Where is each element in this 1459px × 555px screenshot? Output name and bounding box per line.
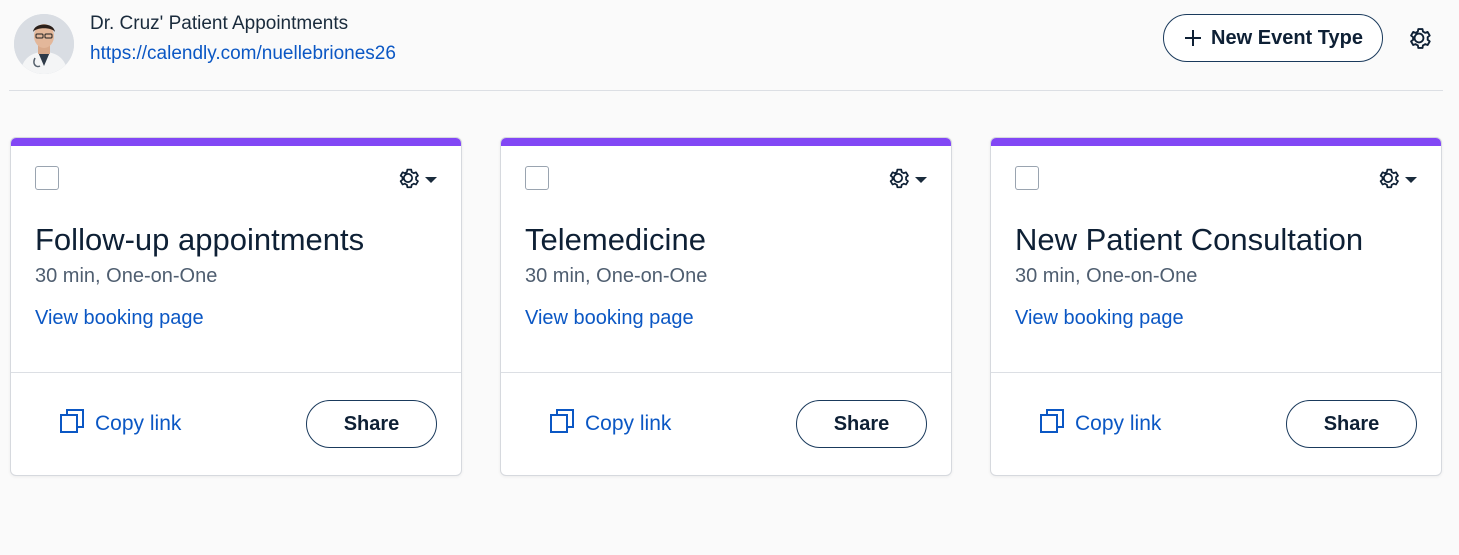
new-event-type-button[interactable]: New Event Type [1163,14,1383,62]
copy-icon [59,408,85,440]
select-checkbox[interactable] [1015,166,1039,190]
select-checkbox[interactable] [525,166,549,190]
view-booking-page-link[interactable]: View booking page [35,307,204,330]
card-settings-menu[interactable] [885,167,933,193]
booking-url-link[interactable]: https://calendly.com/nuellebriones26 [90,43,396,65]
card-divider [11,372,461,373]
share-button[interactable]: Share [1286,400,1417,448]
event-meta: 30 min, One-on-One [1015,265,1198,287]
view-booking-page-link[interactable]: View booking page [1015,307,1184,330]
copy-icon [1039,408,1065,440]
chevron-down-icon [1405,177,1417,183]
gear-icon[interactable] [1405,24,1433,52]
event-card: New Patient Consultation 30 min, One-on-… [990,137,1442,476]
event-title: Follow-up appointments [35,222,365,257]
card-divider [501,372,951,373]
header-divider [9,90,1443,91]
card-accent-bar [991,138,1441,146]
view-booking-page-link[interactable]: View booking page [525,307,694,330]
select-checkbox[interactable] [35,166,59,190]
share-button[interactable]: Share [796,400,927,448]
copy-link-button[interactable]: Copy link [549,409,671,439]
card-accent-bar [501,138,951,146]
event-title: New Patient Consultation [1015,222,1364,257]
card-accent-bar [11,138,461,146]
share-button[interactable]: Share [306,400,437,448]
copy-link-label: Copy link [1075,412,1162,435]
chevron-down-icon [425,177,437,183]
event-card: Follow-up appointments 30 min, One-on-On… [10,137,462,476]
event-meta: 30 min, One-on-One [525,265,708,287]
gear-icon [1375,165,1401,196]
event-card: Telemedicine 30 min, One-on-One View boo… [500,137,952,476]
gear-icon [395,165,421,196]
gear-icon [885,165,911,196]
copy-link-button[interactable]: Copy link [1039,409,1161,439]
new-event-type-label: New Event Type [1211,26,1363,49]
event-title: Telemedicine [525,222,706,257]
chevron-down-icon [915,177,927,183]
avatar [14,14,74,74]
copy-link-label: Copy link [95,412,182,435]
card-settings-menu[interactable] [1375,167,1423,193]
event-meta: 30 min, One-on-One [35,265,218,287]
plus-icon [1183,28,1203,48]
owner-name: Dr. Cruz' Patient Appointments [90,13,349,34]
copy-link-label: Copy link [585,412,672,435]
card-divider [991,372,1441,373]
card-settings-menu[interactable] [395,167,443,193]
copy-icon [549,408,575,440]
copy-link-button[interactable]: Copy link [59,409,181,439]
page-header: Dr. Cruz' Patient Appointments https://c… [0,0,1459,92]
